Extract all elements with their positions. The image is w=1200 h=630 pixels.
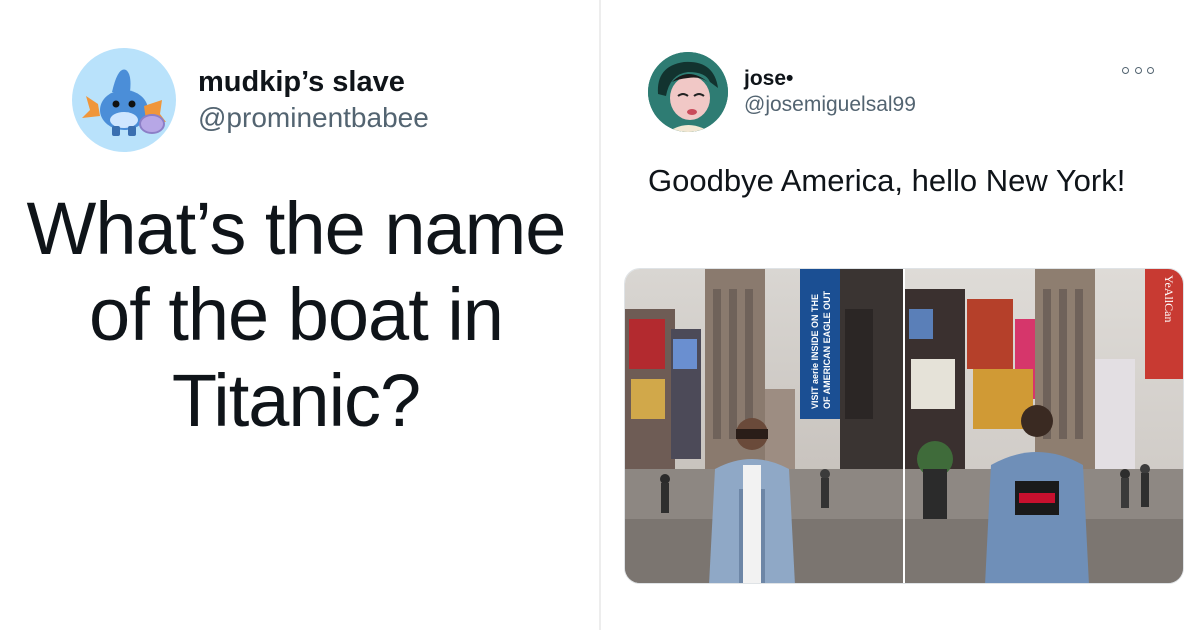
display-name[interactable]: jose• bbox=[744, 66, 916, 92]
tweet-photo-2[interactable]: YeAllCan bbox=[905, 269, 1183, 583]
more-options-icon[interactable] bbox=[1122, 64, 1154, 76]
cartoon-avatar[interactable] bbox=[648, 52, 728, 132]
tweet-header: jose• @josemiguelsal99 bbox=[648, 52, 916, 132]
more-dot bbox=[1147, 66, 1154, 74]
times-square-photo-back bbox=[905, 269, 1183, 583]
tweet-text: Goodbye America, hello New York! bbox=[648, 163, 1126, 198]
tweet-media: VISIT aerie INSIDE ON THE OF AMERICAN EA… bbox=[624, 268, 1184, 584]
times-square-photo-front bbox=[625, 269, 903, 583]
divider bbox=[599, 0, 601, 630]
display-name[interactable]: mudkip’s slave bbox=[198, 64, 429, 100]
tweet-text: What’s the name of the boat in Titanic? bbox=[26, 187, 567, 442]
mudkip-icon bbox=[82, 69, 166, 136]
tweet-card-left: mudkip’s slave @prominentbabee What’s th… bbox=[0, 0, 592, 630]
mudkip-avatar[interactable] bbox=[72, 48, 176, 152]
tweet-photo-1[interactable]: VISIT aerie INSIDE ON THE OF AMERICAN EA… bbox=[625, 269, 903, 583]
more-dot bbox=[1134, 66, 1142, 74]
user-info: jose• @josemiguelsal99 bbox=[744, 66, 916, 118]
banner-text: VISIT aerie INSIDE ON THE OF AMERICAN EA… bbox=[810, 290, 831, 409]
user-info: mudkip’s slave @prominentbabee bbox=[198, 64, 429, 136]
user-handle[interactable]: @prominentbabee bbox=[198, 100, 429, 136]
cartoon-face-icon bbox=[648, 52, 728, 132]
more-dot bbox=[1122, 66, 1129, 74]
tweet-header: mudkip’s slave @prominentbabee bbox=[72, 48, 429, 152]
banner-text: YeAllCan bbox=[1162, 275, 1176, 323]
user-handle[interactable]: @josemiguelsal99 bbox=[744, 92, 916, 118]
tweet-card-right: jose• @josemiguelsal99 Goodbye America, … bbox=[608, 0, 1200, 630]
